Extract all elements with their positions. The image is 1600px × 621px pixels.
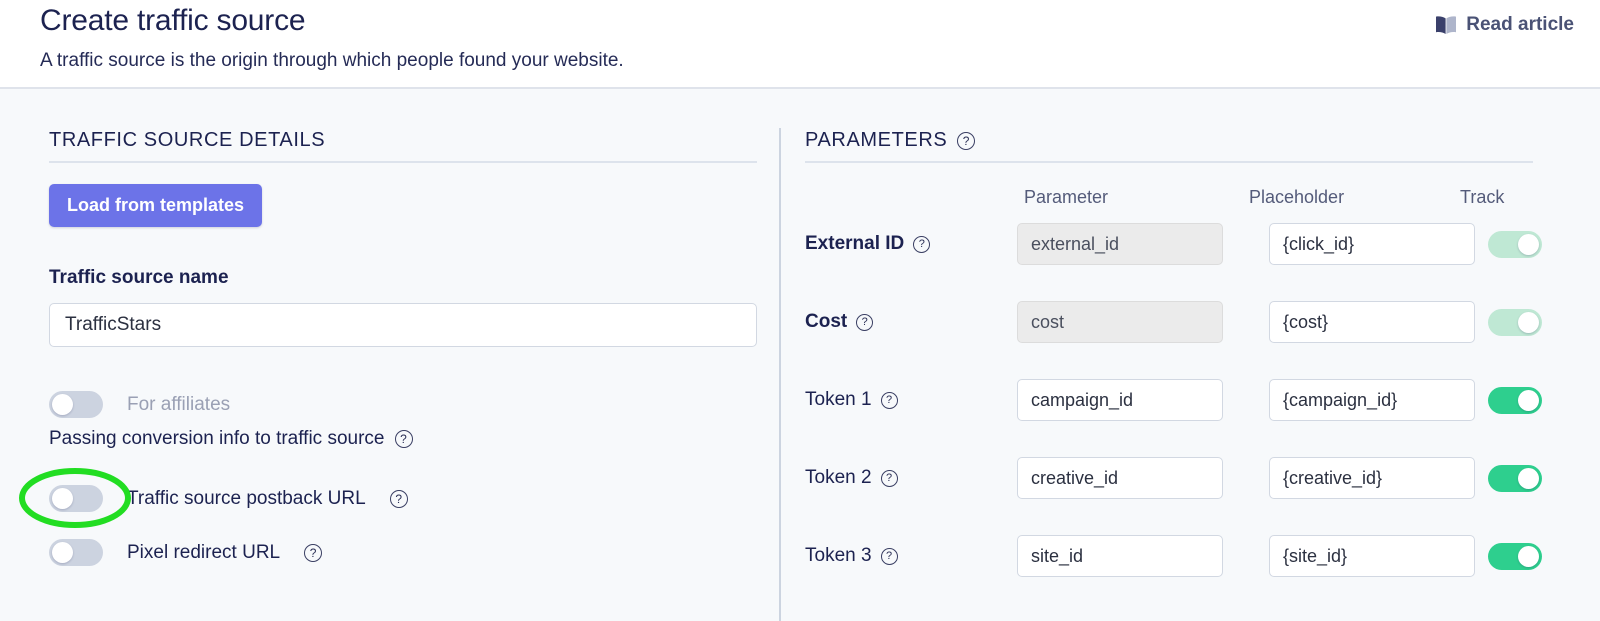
parameter-name-input[interactable] (1017, 535, 1223, 577)
parameter-row-label-text: Token 1 (805, 389, 872, 410)
parameter-row-label-text: External ID (805, 233, 905, 254)
parameter-row: Token 1? (805, 377, 1585, 423)
parameter-placeholder-input[interactable] (1269, 223, 1475, 265)
load-from-templates-button[interactable]: Load from templates (49, 184, 263, 227)
page-body: TRAFFIC SOURCE DETAILS Load from templat… (0, 89, 1600, 621)
traffic-source-name-input[interactable] (49, 303, 757, 347)
parameter-placeholder-input[interactable] (1269, 535, 1475, 577)
help-circle-icon[interactable]: ? (389, 489, 408, 508)
passing-conversion-label: Passing conversion info to traffic sourc… (49, 428, 385, 449)
passing-conversion-heading: Passing conversion info to traffic sourc… (49, 428, 413, 450)
help-circle-icon[interactable]: ? (856, 313, 874, 331)
column-header-parameter: Parameter (1024, 187, 1109, 207)
parameter-row: Token 3? (805, 533, 1585, 579)
parameter-row-label: Token 2? (805, 467, 898, 489)
toggle-knob (52, 542, 73, 563)
toggle-knob (1518, 311, 1539, 333)
parameter-name-input[interactable] (1017, 379, 1223, 421)
postback-url-label: Traffic source postback URL (127, 487, 366, 509)
parameter-row-label-text: Token 3 (805, 545, 872, 566)
parameter-placeholder-input[interactable] (1269, 457, 1475, 499)
for-affiliates-label: For affiliates (127, 393, 231, 415)
parameter-row: Token 2? (805, 455, 1585, 501)
traffic-source-details-title: TRAFFIC SOURCE DETAILS (49, 129, 326, 151)
read-article-link[interactable]: Read article (1435, 14, 1574, 36)
parameter-placeholder-input[interactable] (1269, 379, 1475, 421)
postback-url-row: Traffic source postback URL ? (49, 485, 408, 512)
help-circle-icon[interactable]: ? (913, 235, 931, 253)
toggle-knob (1518, 545, 1539, 567)
parameter-name-input[interactable] (1017, 457, 1223, 499)
help-circle-icon[interactable]: ? (304, 543, 323, 562)
parameter-placeholder-input[interactable] (1269, 301, 1475, 343)
toggle-knob (52, 394, 73, 415)
read-article-label: Read article (1466, 14, 1574, 35)
toggle-knob (1518, 467, 1539, 489)
column-header-track: Track (1460, 187, 1505, 207)
traffic-source-details-panel: TRAFFIC SOURCE DETAILS Load from templat… (0, 89, 779, 621)
parameter-row-label: Token 1? (805, 389, 898, 411)
pixel-redirect-url-toggle[interactable] (49, 539, 103, 566)
traffic-source-name-label: Traffic source name (49, 267, 229, 288)
parameters-title-group: PARAMETERS ? (805, 129, 976, 152)
for-affiliates-toggle[interactable] (49, 391, 103, 418)
parameter-row-label-text: Token 2 (805, 467, 872, 488)
toggle-knob (1518, 233, 1539, 255)
traffic-source-postback-url-toggle[interactable] (49, 485, 103, 512)
help-circle-icon[interactable]: ? (880, 547, 898, 565)
parameter-name-input (1017, 223, 1223, 265)
parameter-row-label-text: Cost (805, 311, 848, 332)
page-subtitle: A traffic source is the origin through w… (40, 50, 624, 71)
toggle-knob (1518, 389, 1539, 411)
for-affiliates-row: For affiliates (49, 391, 230, 418)
track-toggle[interactable] (1488, 464, 1542, 492)
parameters-title: PARAMETERS (805, 129, 948, 151)
help-circle-icon[interactable]: ? (394, 430, 413, 448)
track-toggle (1488, 308, 1542, 336)
track-toggle[interactable] (1488, 542, 1542, 570)
parameter-row-label: Token 3? (805, 545, 898, 567)
create-traffic-source-page: Create traffic source A traffic source i… (0, 0, 1600, 621)
parameter-row-label: External ID? (805, 233, 931, 255)
help-circle-icon[interactable]: ? (880, 391, 898, 409)
track-toggle[interactable] (1488, 386, 1542, 414)
parameters-divider (805, 161, 1533, 163)
help-circle-icon[interactable]: ? (880, 469, 898, 487)
column-header-placeholder: Placeholder (1249, 187, 1345, 207)
page-title: Create traffic source (40, 4, 306, 37)
parameter-row-label: Cost? (805, 311, 874, 333)
parameter-row: Cost? (805, 299, 1585, 345)
track-toggle (1488, 230, 1542, 258)
parameter-row: External ID? (805, 221, 1585, 267)
page-header: Create traffic source A traffic source i… (0, 0, 1600, 89)
parameter-name-input (1017, 301, 1223, 343)
book-icon (1435, 15, 1457, 35)
section-divider (49, 161, 757, 163)
toggle-knob (52, 488, 73, 509)
help-circle-icon[interactable]: ? (957, 131, 976, 150)
pixel-redirect-url-row: Pixel redirect URL ? (49, 539, 323, 566)
pixel-redirect-label: Pixel redirect URL (127, 541, 281, 563)
parameters-panel: PARAMETERS ? Parameter Placeholder Track… (779, 89, 1600, 621)
